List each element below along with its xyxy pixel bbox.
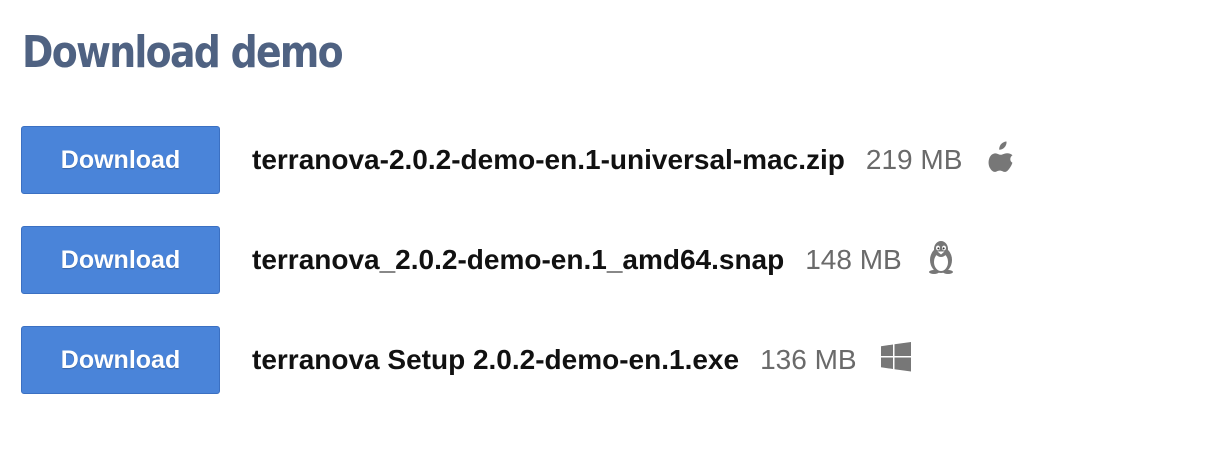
download-row-linux: Download terranova_2.0.2-demo-en.1_amd64…	[21, 225, 956, 295]
file-name: terranova-2.0.2-demo-en.1-universal-mac.…	[252, 144, 845, 175]
apple-icon	[986, 140, 1016, 174]
file-name: terranova Setup 2.0.2-demo-en.1.exe	[252, 344, 740, 375]
file-name: terranova_2.0.2-demo-en.1_amd64.snap	[252, 244, 785, 275]
download-row-windows: Download terranova Setup 2.0.2-demo-en.1…	[21, 325, 911, 395]
download-button-windows[interactable]: Download	[21, 326, 220, 394]
download-row-mac: Download terranova-2.0.2-demo-en.1-unive…	[21, 125, 1016, 195]
file-size: 136 MB	[760, 344, 857, 375]
page-title: Download demo	[22, 27, 344, 78]
file-size: 219 MB	[865, 144, 963, 175]
linux-icon	[926, 240, 956, 274]
download-button-mac[interactable]: Download	[21, 126, 220, 194]
windows-icon	[880, 340, 911, 374]
file-size: 148 MB	[805, 244, 902, 275]
download-button-linux[interactable]: Download	[21, 226, 220, 294]
